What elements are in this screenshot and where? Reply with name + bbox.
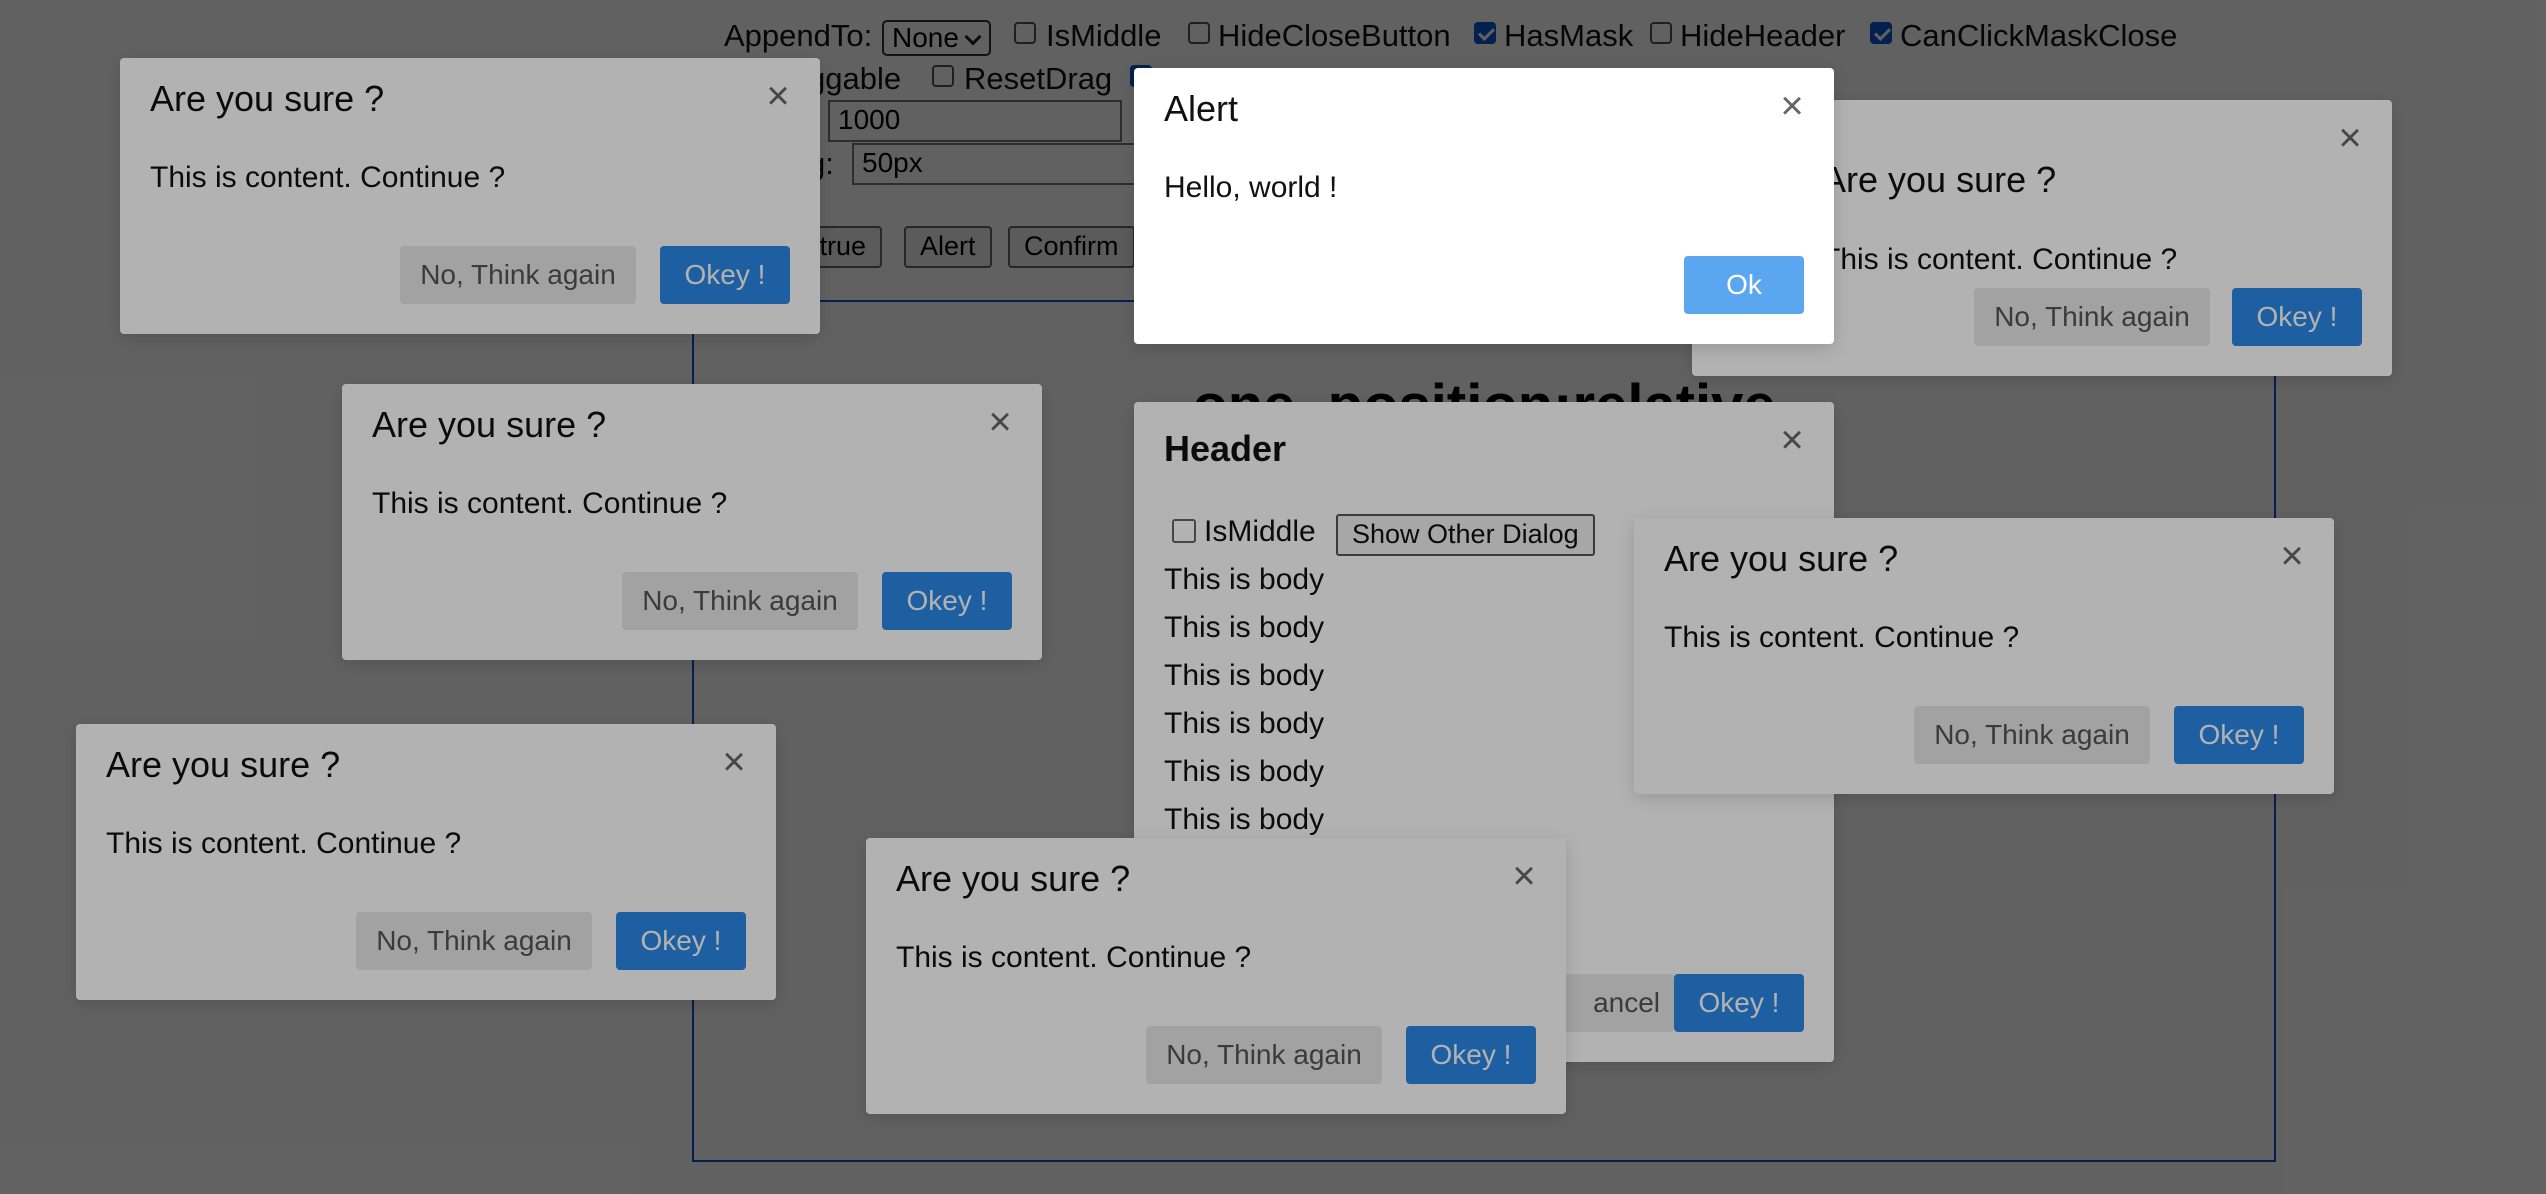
close-icon[interactable]: × — [1772, 86, 1812, 126]
dialog-content: Hello, world ! — [1164, 171, 1338, 204]
alert-dialog: Alert × Hello, world ! Ok — [1134, 68, 1834, 344]
dialog-title: Alert — [1164, 88, 1239, 129]
ok-button[interactable]: Ok — [1684, 256, 1804, 314]
